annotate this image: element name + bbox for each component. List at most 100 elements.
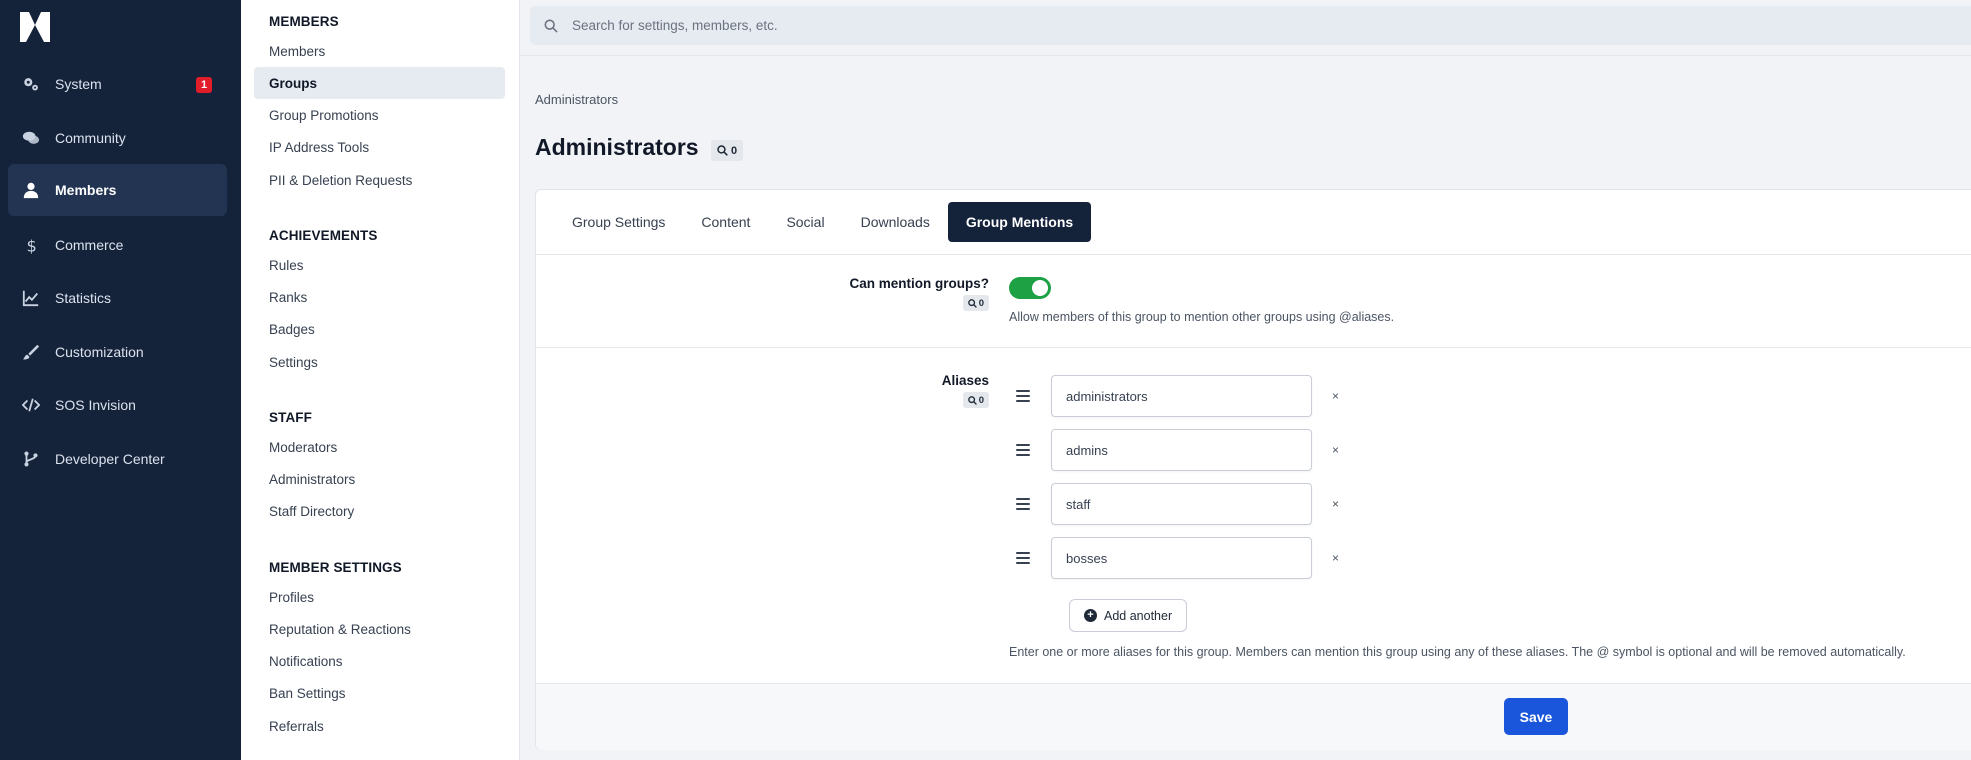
- nav-item-customization[interactable]: Customization: [8, 326, 227, 378]
- search-keyword-chip[interactable]: 0: [711, 140, 744, 161]
- nav-item-sos-invision[interactable]: SOS Invision: [8, 379, 227, 431]
- tab-social[interactable]: Social: [768, 202, 842, 242]
- drag-handle-icon[interactable]: [1016, 390, 1030, 402]
- nav-label: SOS Invision: [55, 397, 136, 413]
- submenu-item-settings[interactable]: Settings: [254, 346, 505, 378]
- invision-logo[interactable]: [20, 12, 50, 42]
- submenu-item-pii-deletion[interactable]: PII & Deletion Requests: [254, 164, 505, 196]
- can-mention-label: Can mention groups?: [849, 276, 990, 291]
- submenu-item-members[interactable]: Members: [254, 35, 505, 67]
- search-input[interactable]: [572, 18, 1872, 33]
- submenu-item-groups[interactable]: Groups: [254, 67, 505, 99]
- search-bar[interactable]: [530, 6, 1971, 45]
- plus-circle-icon: +: [1084, 609, 1097, 622]
- form-footer: Save: [536, 683, 1971, 750]
- submenu-item-administrators[interactable]: Administrators: [254, 463, 505, 495]
- nav-label: Statistics: [55, 290, 112, 306]
- alias-row: ×: [1016, 429, 1339, 471]
- submenu-item-profiles[interactable]: Profiles: [254, 581, 505, 613]
- submenu-item-referrals[interactable]: Referrals: [254, 710, 505, 742]
- primary-nav: System 1 Community Members $ Commerce St…: [0, 0, 241, 760]
- aliases-description: Enter one or more aliases for this group…: [1009, 645, 1906, 659]
- section-heading: STAFF: [269, 410, 312, 425]
- remove-alias-icon[interactable]: ×: [1332, 443, 1339, 457]
- dollar-icon: $: [20, 234, 42, 256]
- nav-item-system[interactable]: System 1: [8, 58, 227, 110]
- tab-bar: Group Settings Content Social Downloads …: [554, 202, 1092, 242]
- tab-content[interactable]: Content: [683, 202, 768, 242]
- submenu-item-rules[interactable]: Rules: [254, 249, 505, 281]
- aliases-label-area: Aliases 0: [536, 373, 989, 413]
- submenu-item-group-promotions[interactable]: Group Promotions: [254, 99, 505, 131]
- search-icon: [967, 298, 977, 308]
- submenu-item-reputation[interactable]: Reputation & Reactions: [254, 613, 505, 645]
- nav-label: Members: [55, 182, 117, 198]
- drag-handle-icon[interactable]: [1016, 444, 1030, 456]
- gears-icon: [20, 73, 42, 95]
- user-icon: [20, 179, 42, 201]
- tab-downloads[interactable]: Downloads: [843, 202, 948, 242]
- save-button[interactable]: Save: [1504, 698, 1568, 735]
- nav-item-statistics[interactable]: Statistics: [8, 272, 227, 324]
- alias-input[interactable]: [1051, 537, 1312, 579]
- search-icon: [717, 145, 728, 156]
- section-heading: MEMBERS: [269, 14, 339, 29]
- search-icon: [544, 19, 558, 33]
- header-divider: [520, 55, 1971, 56]
- alias-input[interactable]: [1051, 375, 1312, 417]
- drag-handle-icon[interactable]: [1016, 498, 1030, 510]
- submenu-item-ip-address-tools[interactable]: IP Address Tools: [254, 131, 505, 163]
- alias-input[interactable]: [1051, 429, 1312, 471]
- branch-icon: [20, 448, 42, 470]
- can-mention-description: Allow members of this group to mention o…: [1009, 310, 1395, 324]
- chip-count: 0: [978, 297, 984, 309]
- remove-alias-icon[interactable]: ×: [1332, 551, 1339, 565]
- nav-item-members[interactable]: Members: [8, 164, 227, 216]
- alias-row: ×: [1016, 375, 1339, 417]
- nav-label: Community: [55, 130, 126, 146]
- nav-label: System: [55, 76, 102, 92]
- page-title: Administrators: [535, 134, 699, 160]
- drag-handle-icon[interactable]: [1016, 552, 1030, 564]
- aliases-label: Aliases: [941, 373, 989, 388]
- section-heading: ACHIEVEMENTS: [269, 228, 378, 243]
- nav-item-community[interactable]: Community: [8, 112, 227, 164]
- nav-label: Developer Center: [55, 451, 165, 467]
- remove-alias-icon[interactable]: ×: [1332, 389, 1339, 403]
- submenu-item-notifications[interactable]: Notifications: [254, 645, 505, 677]
- submenu-item-ban-settings[interactable]: Ban Settings: [254, 677, 505, 709]
- code-icon: [20, 394, 42, 416]
- submenu-item-badges[interactable]: Badges: [254, 313, 505, 345]
- brush-icon: [20, 341, 42, 363]
- svg-text:$: $: [27, 236, 37, 254]
- breadcrumb[interactable]: Administrators: [535, 92, 618, 107]
- nav-item-commerce[interactable]: $ Commerce: [8, 219, 227, 271]
- alias-row: ×: [1016, 483, 1339, 525]
- settings-card: Group Settings Content Social Downloads …: [535, 189, 1971, 750]
- section-heading: MEMBER SETTINGS: [269, 560, 402, 575]
- chip-count: 0: [731, 144, 738, 157]
- nav-label: Commerce: [55, 237, 124, 253]
- submenu-item-staff-directory[interactable]: Staff Directory: [254, 495, 505, 527]
- tab-group-mentions[interactable]: Group Mentions: [947, 202, 1092, 242]
- chip-count: 0: [978, 394, 984, 406]
- search-keyword-chip[interactable]: 0: [962, 295, 989, 311]
- nav-label: Customization: [55, 344, 144, 360]
- submenu-item-ranks[interactable]: Ranks: [254, 281, 505, 313]
- add-another-label: Add another: [1104, 608, 1173, 623]
- can-mention-toggle[interactable]: [1009, 277, 1051, 299]
- alias-row: ×: [1016, 537, 1339, 579]
- mention-label-area: Can mention groups? 0: [536, 276, 989, 316]
- alias-input[interactable]: [1051, 483, 1312, 525]
- notification-badge: 1: [196, 77, 213, 93]
- submenu-item-moderators[interactable]: Moderators: [254, 431, 505, 463]
- nav-item-developer-center[interactable]: Developer Center: [8, 433, 227, 485]
- add-another-button[interactable]: + Add another: [1069, 599, 1188, 632]
- search-keyword-chip[interactable]: 0: [962, 392, 989, 408]
- tab-group-settings[interactable]: Group Settings: [554, 202, 683, 242]
- remove-alias-icon[interactable]: ×: [1332, 497, 1339, 511]
- chart-line-icon: [20, 287, 42, 309]
- secondary-menu: MEMBERS Members Groups Group Promotions …: [241, 0, 520, 760]
- tab-divider: [536, 254, 1971, 255]
- search-icon: [967, 395, 977, 405]
